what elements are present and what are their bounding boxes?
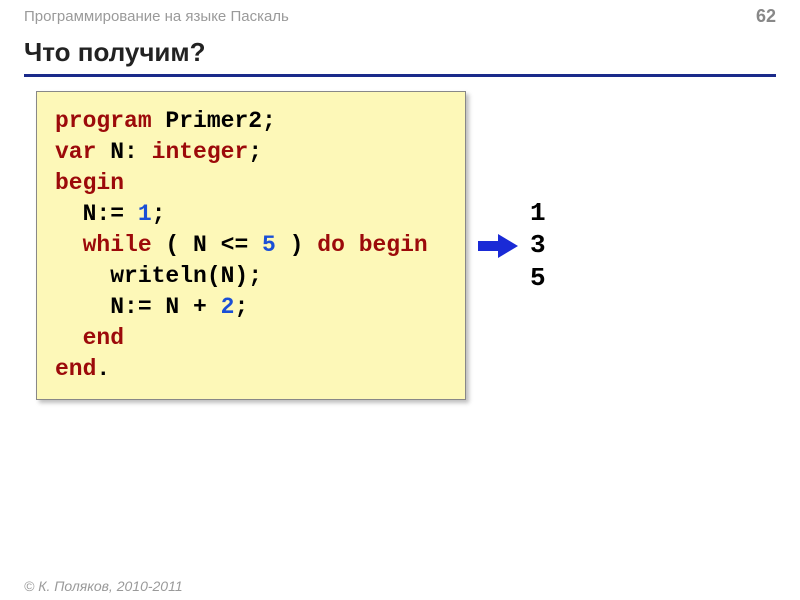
program-output: 1 3 5	[530, 197, 546, 295]
code-line-6: writeln(N);	[55, 261, 447, 292]
page-number: 62	[756, 6, 776, 27]
code-line-3: begin	[55, 168, 447, 199]
footer-copyright: © К. Поляков, 2010-2011	[24, 578, 183, 594]
content-area: program Primer2; var N: integer; begin N…	[0, 77, 800, 400]
code-line-1: program Primer2;	[55, 106, 447, 137]
keyword-integer: integer	[152, 139, 249, 165]
code-line-5: while ( N <= 5 ) do begin	[55, 230, 447, 261]
code-box: program Primer2; var N: integer; begin N…	[36, 91, 466, 400]
output-line: 1	[530, 197, 546, 230]
keyword-end: end	[55, 356, 96, 382]
output-line: 3	[530, 229, 546, 262]
keyword-while: while	[83, 232, 152, 258]
title-block: Что получим?	[0, 29, 800, 77]
number-literal: 5	[262, 232, 276, 258]
breadcrumb: Программирование на языке Паскаль	[24, 8, 289, 25]
output-line: 5	[530, 262, 546, 295]
arrow-icon	[478, 232, 518, 260]
code-line-8: end	[55, 323, 447, 354]
keyword-do-begin: do begin	[317, 232, 427, 258]
code-line-4: N:= 1;	[55, 199, 447, 230]
code-line-2: var N: integer;	[55, 137, 447, 168]
number-literal: 2	[221, 294, 235, 320]
code-line-9: end.	[55, 354, 447, 385]
keyword-end: end	[83, 325, 124, 351]
slide-header: Программирование на языке Паскаль 62	[0, 0, 800, 29]
number-literal: 1	[138, 201, 152, 227]
keyword-program: program	[55, 108, 152, 134]
page-title: Что получим?	[24, 37, 776, 77]
code-line-7: N:= N + 2;	[55, 292, 447, 323]
keyword-var: var	[55, 139, 96, 165]
keyword-begin: begin	[55, 170, 124, 196]
